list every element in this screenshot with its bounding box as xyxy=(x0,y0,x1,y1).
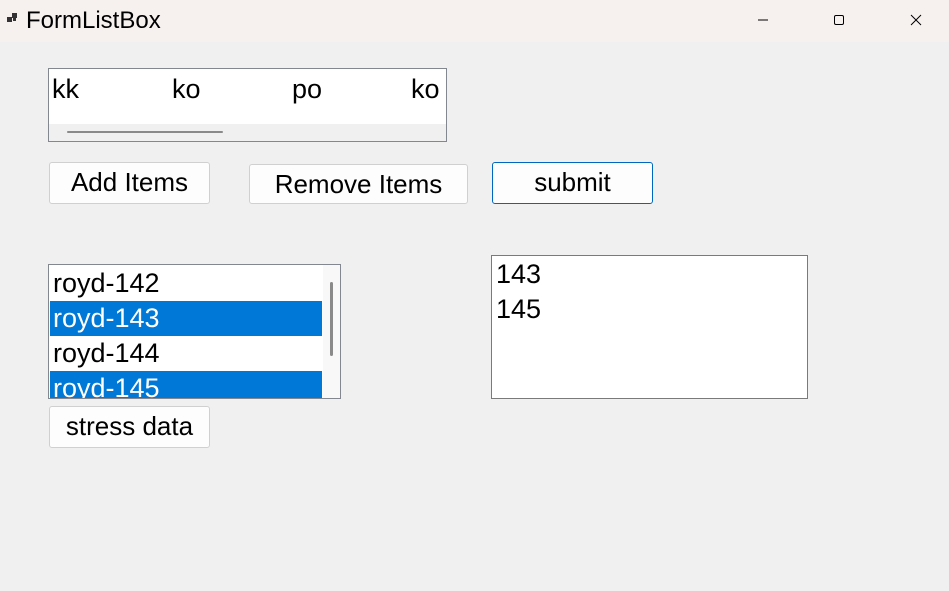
multicolumn-listbox[interactable]: kk ko po ko xyxy=(48,68,447,142)
submit-button[interactable]: submit xyxy=(492,162,653,204)
output-line: 143 xyxy=(496,259,542,289)
close-icon xyxy=(910,14,922,26)
title-bar[interactable]: FormListBox xyxy=(0,0,949,42)
close-button[interactable] xyxy=(893,0,939,40)
app-icon xyxy=(7,13,17,22)
stress-data-button[interactable]: stress data xyxy=(49,406,210,448)
minimize-button[interactable] xyxy=(740,0,786,40)
selection-listbox[interactable]: royd-142 royd-143 royd-144 royd-145 xyxy=(48,264,341,399)
form-window: FormListBox kk ko po ko Add Items Remove… xyxy=(0,0,949,591)
remove-items-button[interactable]: Remove Items xyxy=(249,164,468,204)
window-title: FormListBox xyxy=(26,7,161,34)
list-item[interactable]: royd-144 xyxy=(50,336,322,371)
scrollbar-thumb[interactable] xyxy=(67,131,223,133)
list-item-selected[interactable]: royd-143 xyxy=(50,301,322,336)
list-item[interactable]: po xyxy=(292,73,322,105)
maximize-button[interactable] xyxy=(816,0,862,40)
vertical-scrollbar[interactable] xyxy=(323,265,340,398)
list-item[interactable]: royd-142 xyxy=(50,266,322,301)
minimize-icon xyxy=(758,19,768,21)
list-item[interactable]: ko xyxy=(411,73,440,105)
add-items-button[interactable]: Add Items xyxy=(49,162,210,204)
scrollbar-thumb[interactable] xyxy=(330,282,333,356)
maximize-icon xyxy=(834,15,844,25)
output-textbox[interactable]: 143 145 xyxy=(491,255,808,399)
list-item[interactable]: kk xyxy=(52,73,79,105)
list-item-selected[interactable]: royd-145 xyxy=(50,371,322,398)
output-line: 145 xyxy=(496,294,542,324)
horizontal-scrollbar[interactable] xyxy=(49,124,446,141)
list-item[interactable]: ko xyxy=(172,73,201,105)
